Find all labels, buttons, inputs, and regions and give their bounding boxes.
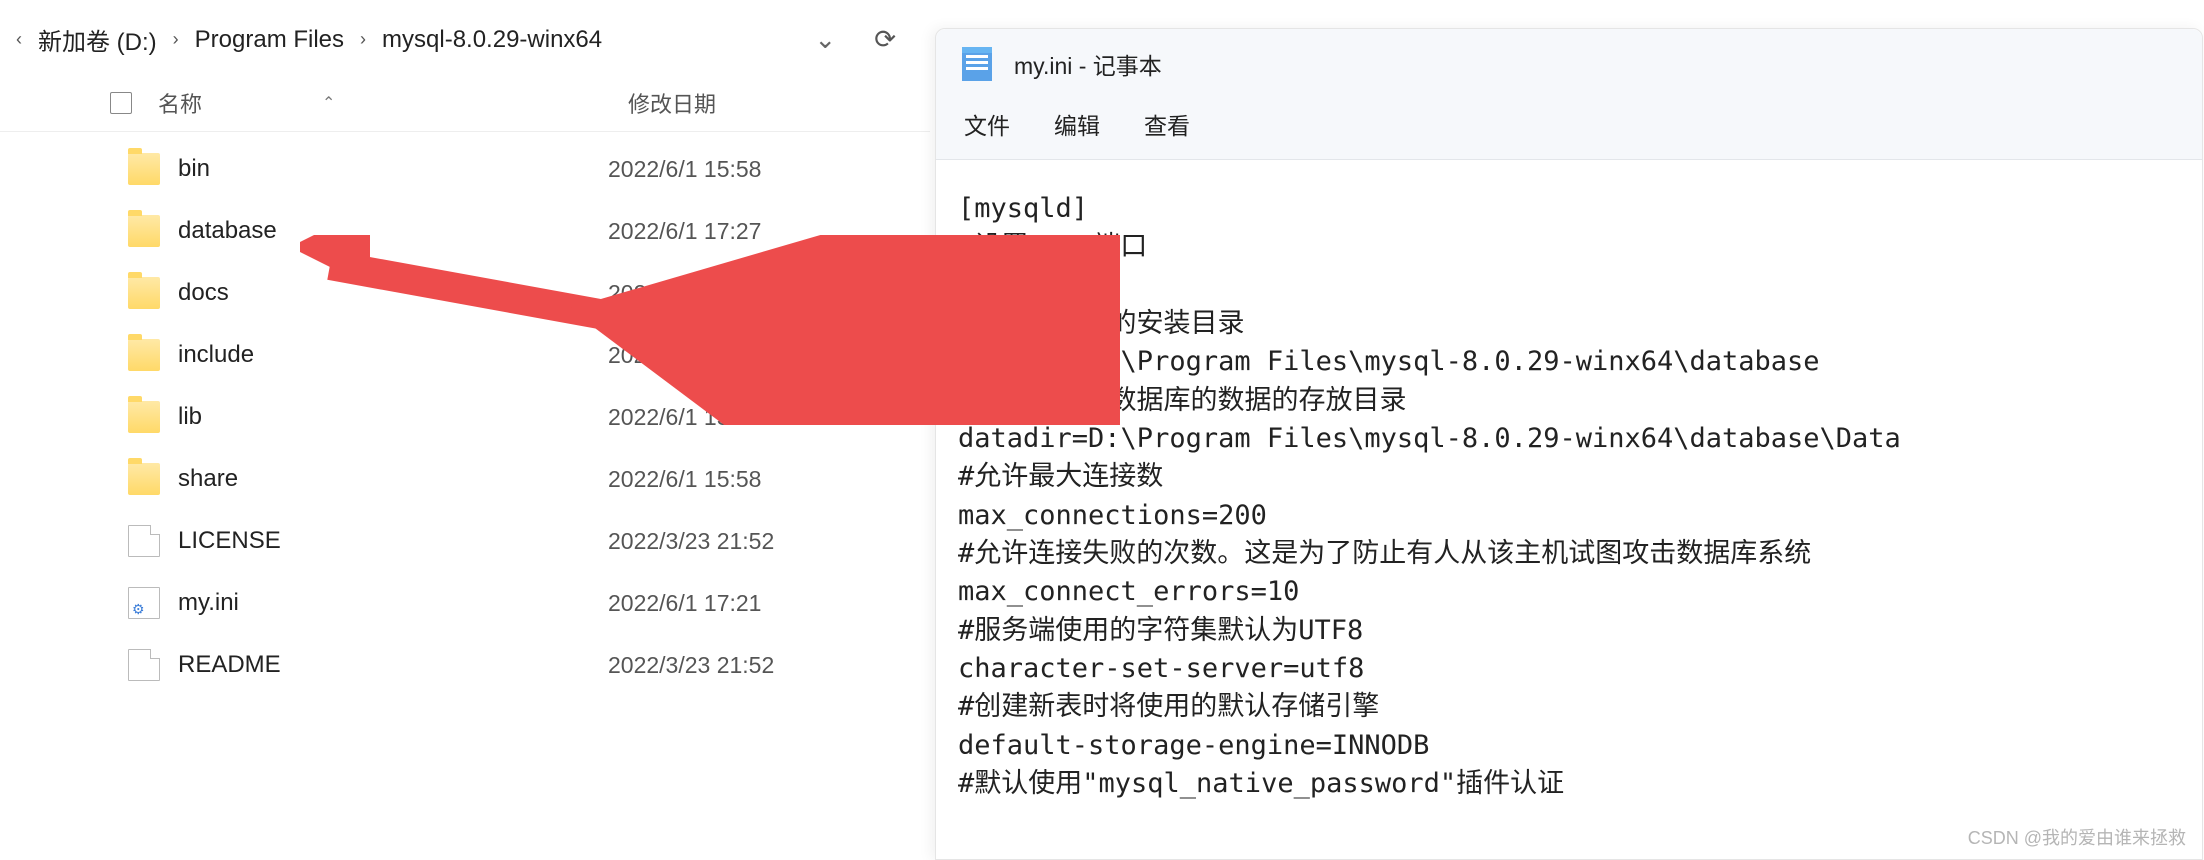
file-date: 2022/6/1 17:21 [608, 590, 761, 617]
file-row[interactable]: include2022/6/1 15:58 [0, 324, 930, 386]
file-name: database [178, 217, 608, 245]
breadcrumb-segment[interactable]: Program Files [195, 26, 344, 54]
file-date: 2022/6/1 15:58 [608, 466, 761, 493]
notepad-titlebar[interactable]: my.ini - 记事本 [936, 29, 2202, 87]
file-name: bin [178, 155, 608, 183]
file-list: bin2022/6/1 15:58database2022/6/1 17:27d… [0, 132, 930, 696]
notepad-content[interactable]: [mysqld] #设置3306端口 port=3306 #设置mysql的安装… [936, 160, 2202, 859]
columns-header: 名称 ⌃ 修改日期 [0, 79, 930, 132]
folder-icon [128, 401, 160, 433]
menu-file[interactable]: 文件 [964, 107, 1010, 141]
sort-asc-icon[interactable]: ⌃ [322, 93, 335, 113]
file-explorer-window: ‹ 新加卷 (D:) › Program Files › mysql-8.0.2… [0, 0, 930, 860]
file-row[interactable]: lib2022/6/1 15:58 [0, 386, 930, 448]
refresh-icon[interactable]: ⟳ [860, 16, 910, 63]
folder-icon [128, 215, 160, 247]
folder-icon [128, 277, 160, 309]
file-name: include [178, 341, 608, 369]
folder-icon [128, 153, 160, 185]
file-date: 2022/6/1 15:58 [608, 280, 761, 307]
chevron-right-icon: › [167, 29, 185, 50]
file-row[interactable]: database2022/6/1 17:27 [0, 200, 930, 262]
notepad-app-icon [962, 47, 992, 81]
file-icon [128, 649, 160, 681]
file-date: 2022/6/1 17:27 [608, 218, 761, 245]
folder-icon [128, 463, 160, 495]
select-all-checkbox[interactable] [110, 92, 132, 114]
file-row[interactable]: LICENSE2022/3/23 21:52 [0, 510, 930, 572]
file-date: 2022/6/1 15:58 [608, 342, 761, 369]
menu-edit[interactable]: 编辑 [1054, 107, 1100, 141]
breadcrumb-segment[interactable]: mysql-8.0.29-winx64 [382, 26, 602, 54]
breadcrumb-segment[interactable]: 新加卷 (D:) [38, 22, 157, 57]
column-header-date[interactable]: 修改日期 [628, 87, 930, 119]
folder-icon [128, 339, 160, 371]
file-name: my.ini [178, 589, 608, 617]
file-icon [128, 525, 160, 557]
column-header-name[interactable]: 名称 [158, 87, 202, 119]
file-name: LICENSE [178, 527, 608, 555]
file-date: 2022/6/1 15:58 [608, 156, 761, 183]
notepad-window: my.ini - 记事本 文件 编辑 查看 [mysqld] #设置3306端口… [935, 28, 2203, 860]
file-row[interactable]: docs2022/6/1 15:58 [0, 262, 930, 324]
file-row[interactable]: share2022/6/1 15:58 [0, 448, 930, 510]
chevron-right-icon: › [354, 29, 372, 50]
breadcrumb[interactable]: ‹ 新加卷 (D:) › Program Files › mysql-8.0.2… [0, 0, 930, 79]
file-name: lib [178, 403, 608, 431]
watermark: CSDN @我的爱由谁来拯救 [1968, 824, 2186, 850]
file-icon [128, 587, 160, 619]
file-row[interactable]: README2022/3/23 21:52 [0, 634, 930, 696]
chevron-down-icon[interactable]: ⌄ [800, 16, 850, 63]
notepad-menu: 文件 编辑 查看 [936, 87, 2202, 160]
menu-view[interactable]: 查看 [1144, 107, 1190, 141]
breadcrumb-back-icon[interactable]: ‹ [10, 29, 28, 50]
file-date: 2022/6/1 15:58 [608, 404, 761, 431]
file-row[interactable]: bin2022/6/1 15:58 [0, 138, 930, 200]
file-date: 2022/3/23 21:52 [608, 528, 774, 555]
file-row[interactable]: my.ini2022/6/1 17:21 [0, 572, 930, 634]
file-name: share [178, 465, 608, 493]
file-date: 2022/3/23 21:52 [608, 652, 774, 679]
file-name: README [178, 651, 608, 679]
file-name: docs [178, 279, 608, 307]
notepad-title: my.ini - 记事本 [1014, 47, 1162, 81]
